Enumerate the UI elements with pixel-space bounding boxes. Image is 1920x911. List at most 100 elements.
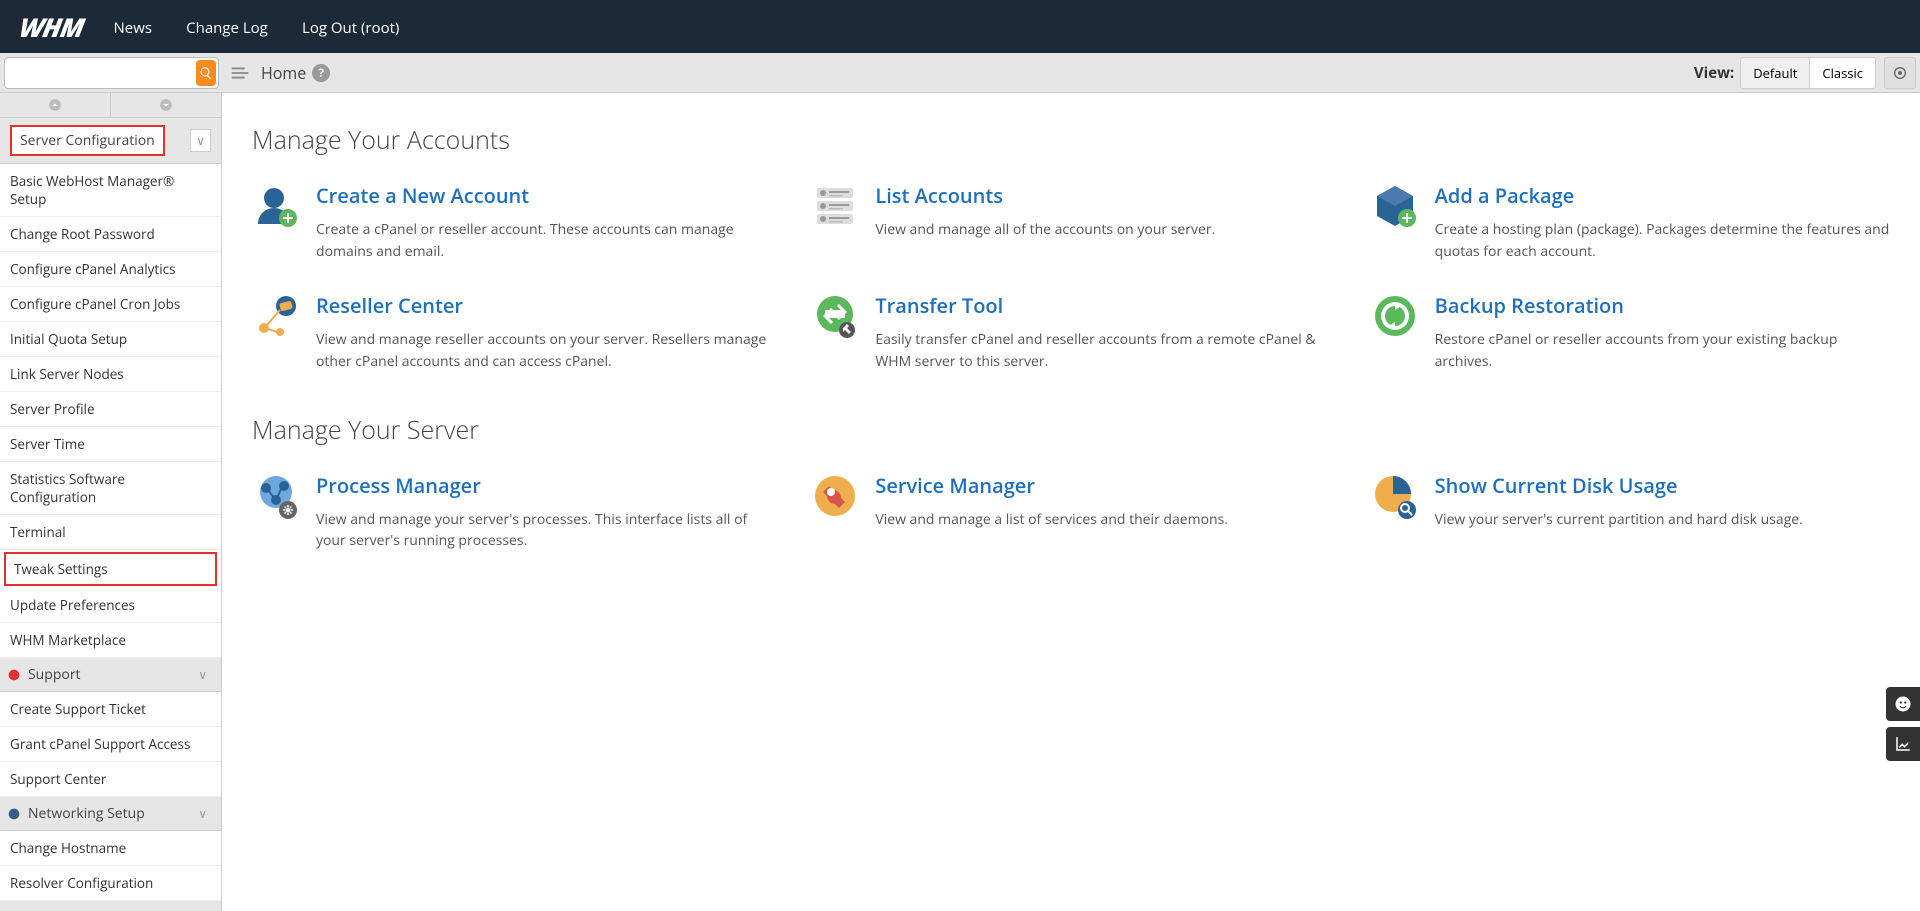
feature-card: Show Current Disk Usage View your server'… [1371,472,1890,552]
card-grid: Create a New Account Create a cPanel or r… [252,182,1890,373]
card-icon [1371,292,1419,340]
top-header: WHM News Change Log Log Out (root) [0,0,1920,53]
sidebar-group-networking-setup[interactable]: Networking Setup ∨ [0,797,221,831]
search-wrapper [4,57,219,89]
view-label: View: [1694,63,1734,83]
chevron-up-icon [48,98,62,112]
card-icon [811,472,859,520]
crosshair-icon [1892,65,1908,81]
group-icon [6,667,22,683]
card-description: Create a cPanel or reseller account. The… [316,219,771,262]
section-title: Manage Your Server [252,413,1890,447]
breadcrumb: Home ? [261,62,330,84]
feature-card: Service Manager View and manage a list of… [811,472,1330,552]
nav-news[interactable]: News [114,18,153,38]
card-description: View and manage your server's processes.… [316,509,771,552]
help-icon[interactable]: ? [312,64,330,82]
chevron-down-icon [159,98,173,112]
card-description: Restore cPanel or reseller accounts from… [1435,329,1890,372]
card-title[interactable]: Create a New Account [316,182,771,209]
sidebar-item-link-server-nodes[interactable]: Link Server Nodes [0,357,221,392]
sidebar: Server Configuration ∨ Basic WebHost Manag… [0,93,222,911]
card-description: View and manage all of the accounts on y… [875,219,1215,241]
sidebar-item-server-time[interactable]: Server Time [0,427,221,462]
feature-card: Transfer Tool Easily transfer cPanel and … [811,292,1330,372]
feature-card: List Accounts View and manage all of the … [811,182,1330,262]
sidebar-item-terminal[interactable]: Terminal [0,515,221,550]
search-button[interactable] [196,60,216,86]
sidebar-item-basic-webhost-manager-setup[interactable]: Basic WebHost Manager® Setup [0,164,221,217]
chevron-down-icon: ∨ [194,804,211,823]
card-icon [252,292,300,340]
feature-card: Add a Package Create a hosting plan (pack… [1371,182,1890,262]
sidebar-group-label: Support [28,665,81,684]
menu-icon [229,62,251,84]
feedback-button[interactable] [1886,687,1920,721]
sidebar-nav[interactable]: Server Configuration ∨ Basic WebHost Manag… [0,118,221,911]
sidebar-toggle[interactable] [229,62,251,84]
expand-all-button[interactable] [111,93,221,117]
sidebar-group-server-configuration[interactable]: Server Configuration ∨ [0,118,221,164]
feature-card: Reseller Center View and manage reseller … [252,292,771,372]
card-title[interactable]: Backup Restoration [1435,292,1890,319]
sidebar-item-initial-quota-setup[interactable]: Initial Quota Setup [0,322,221,357]
card-title[interactable]: Service Manager [875,472,1228,499]
floating-actions [1886,687,1920,761]
top-nav: News Change Log Log Out (root) [114,16,430,38]
nav-changelog[interactable]: Change Log [186,18,268,38]
main-content: Manage Your Accounts Create a New Account… [222,93,1920,911]
card-title[interactable]: Transfer Tool [875,292,1330,319]
feature-card: Backup Restoration Restore cPanel or rese… [1371,292,1890,372]
secondary-bar: Home ? View: Default Classic [0,53,1920,93]
sidebar-group-security-center[interactable]: Security Center∨ [0,901,221,911]
sidebar-item-server-profile[interactable]: Server Profile [0,392,221,427]
card-title[interactable]: List Accounts [875,182,1215,209]
chart-icon [1894,735,1912,753]
card-description: Easily transfer cPanel and reseller acco… [875,329,1330,372]
sidebar-item-update-preferences[interactable]: Update Preferences [0,588,221,623]
sidebar-group-label: Server Configuration [10,125,165,156]
view-classic-button[interactable]: Classic [1809,58,1875,88]
sidebar-item-change-hostname[interactable]: Change Hostname [0,831,221,866]
nav-logout[interactable]: Log Out (root) [302,18,399,38]
sidebar-item-support-center[interactable]: Support Center [0,762,221,797]
card-description: View and manage a list of services and t… [875,509,1228,531]
sidebar-item-change-root-password[interactable]: Change Root Password [0,217,221,252]
card-title[interactable]: Process Manager [316,472,771,499]
view-toggle: Default Classic [1740,57,1876,89]
card-description: View your server's current partition and… [1435,509,1803,531]
collapse-all-button[interactable] [0,93,111,117]
card-icon [252,472,300,520]
face-icon [1894,695,1912,713]
search-input[interactable] [7,63,196,82]
card-title[interactable]: Show Current Disk Usage [1435,472,1803,499]
sidebar-item-statistics-software-configuration[interactable]: Statistics Software Configuration [0,462,221,515]
search-icon [199,66,213,80]
card-icon [811,182,859,230]
feature-card: Process Manager View and manage your serv… [252,472,771,552]
breadcrumb-home[interactable]: Home [261,62,306,84]
fullscreen-button[interactable] [1884,57,1916,89]
card-icon [1371,472,1419,520]
sidebar-item-configure-cpanel-analytics[interactable]: Configure cPanel Analytics [0,252,221,287]
logo: WHM [17,9,87,45]
sidebar-item-whm-marketplace[interactable]: WHM Marketplace [0,623,221,658]
sidebar-group-support[interactable]: Support ∨ [0,658,221,692]
chevron-down-icon: ∨ [194,665,211,684]
card-description: Create a hosting plan (package). Package… [1435,219,1890,262]
sidebar-item-resolver-configuration[interactable]: Resolver Configuration [0,866,221,901]
sidebar-item-tweak-settings[interactable]: Tweak Settings [4,552,217,586]
section-title: Manage Your Accounts [252,123,1890,157]
sidebar-item-create-support-ticket[interactable]: Create Support Ticket [0,692,221,727]
feature-card: Create a New Account Create a cPanel or r… [252,182,771,262]
view-default-button[interactable]: Default [1741,58,1809,88]
stats-button[interactable] [1886,727,1920,761]
card-title[interactable]: Reseller Center [316,292,771,319]
sidebar-item-configure-cpanel-cron-jobs[interactable]: Configure cPanel Cron Jobs [0,287,221,322]
card-description: View and manage reseller accounts on you… [316,329,771,372]
card-icon [811,292,859,340]
chevron-down-icon: ∨ [190,129,211,152]
card-title[interactable]: Add a Package [1435,182,1890,209]
sidebar-group-label: Networking Setup [28,804,145,823]
sidebar-item-grant-cpanel-support-access[interactable]: Grant cPanel Support Access [0,727,221,762]
